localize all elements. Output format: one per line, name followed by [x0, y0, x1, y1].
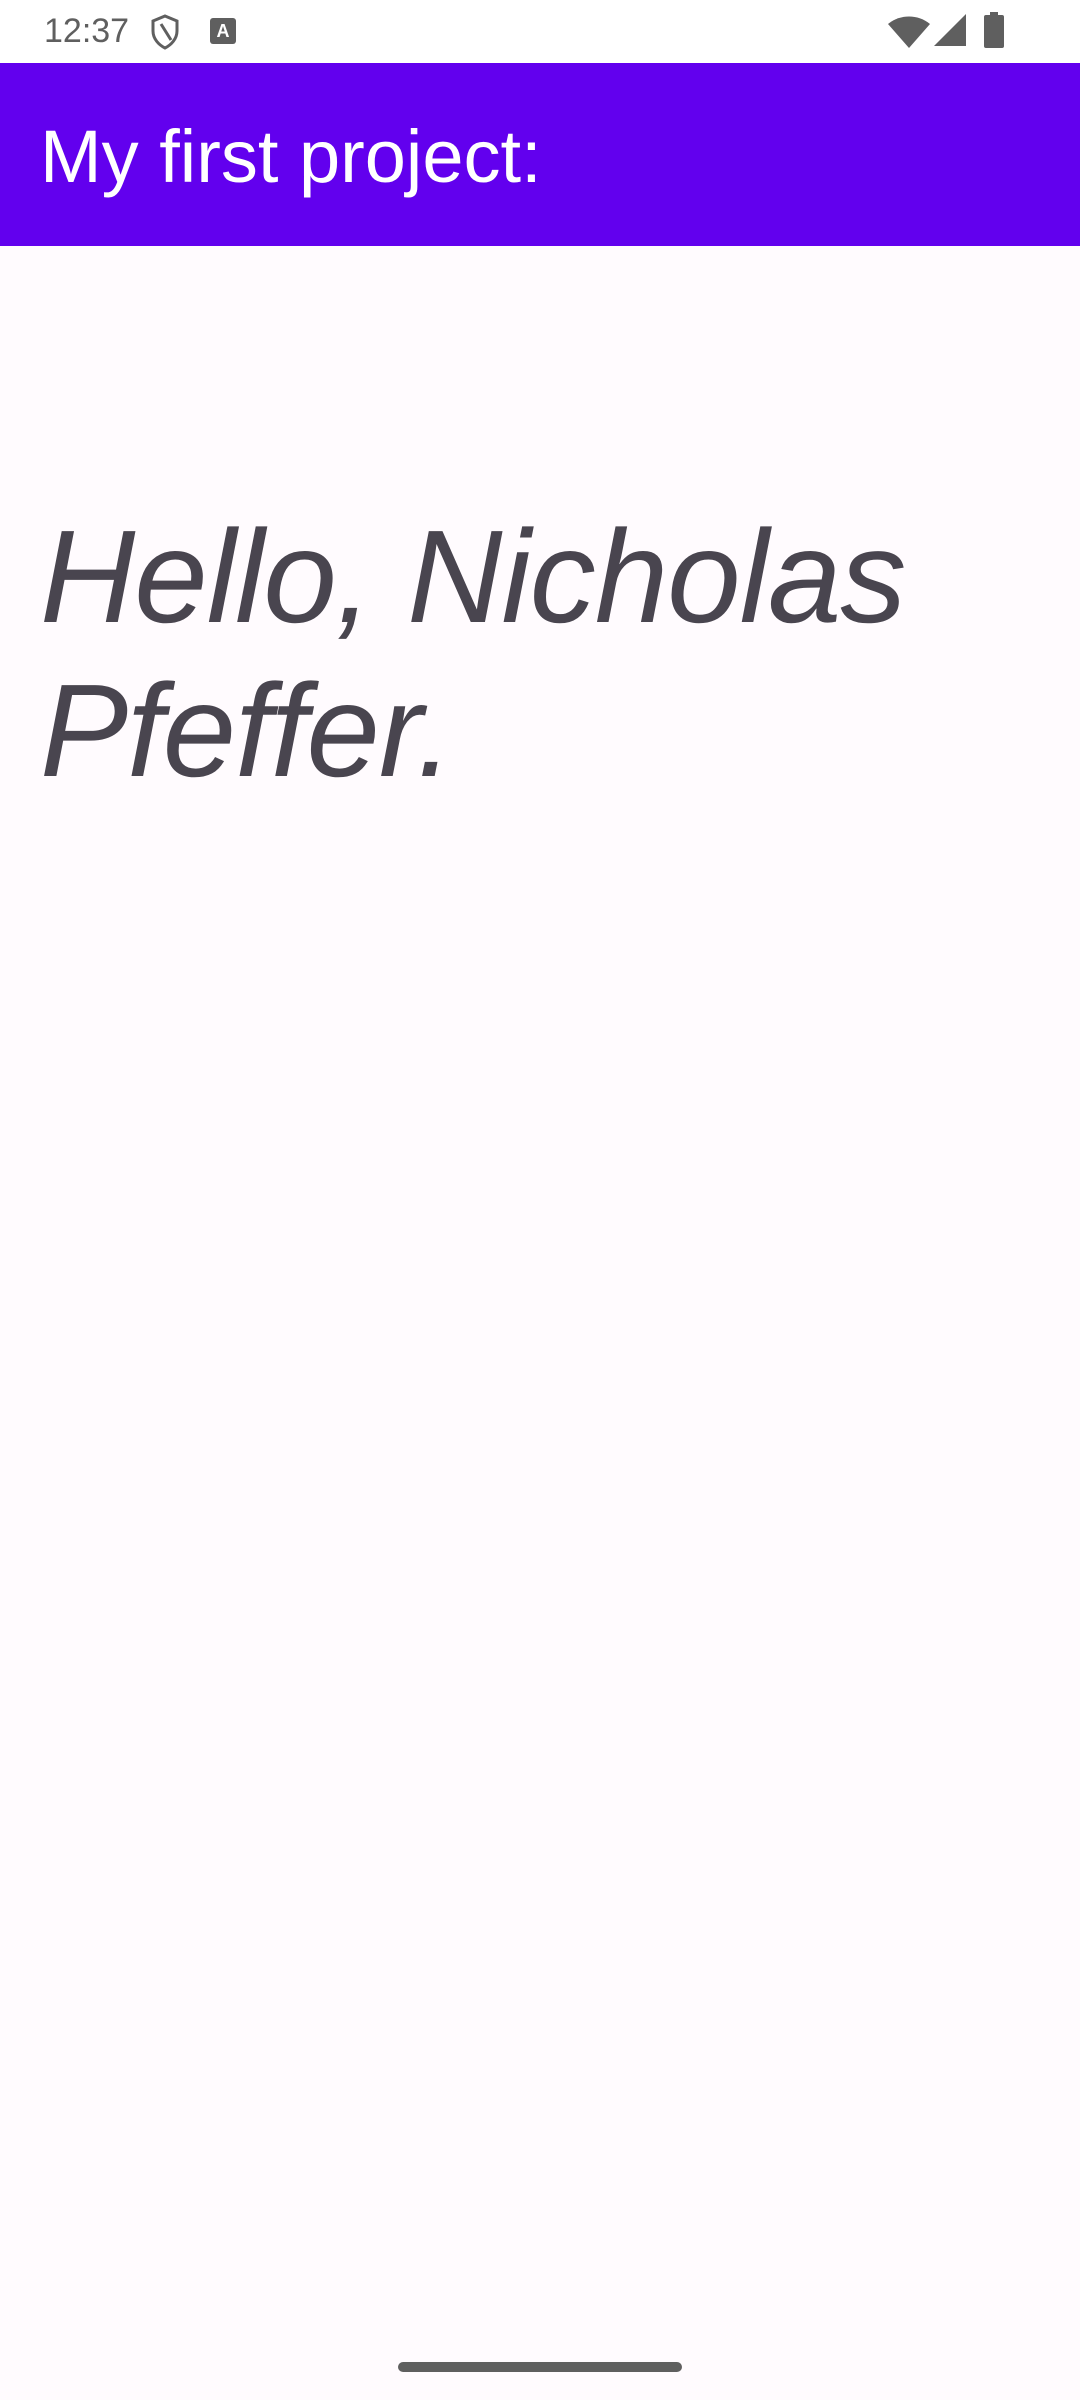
status-bar: 12:37 A: [0, 0, 1080, 63]
wifi-icon: [888, 16, 930, 48]
status-time: 12:37: [44, 12, 130, 50]
gesture-navigation-bar[interactable]: [398, 2362, 682, 2372]
app-title: My first project:: [40, 115, 542, 198]
shield-icon: [151, 14, 179, 50]
greeting-text: Hello, Nicholas Pfeffer.: [40, 503, 906, 804]
font-a-icon: A: [210, 18, 236, 44]
signal-icon: [934, 14, 966, 46]
battery-icon: [984, 12, 1004, 48]
app-bar: My first project:: [0, 63, 1080, 246]
